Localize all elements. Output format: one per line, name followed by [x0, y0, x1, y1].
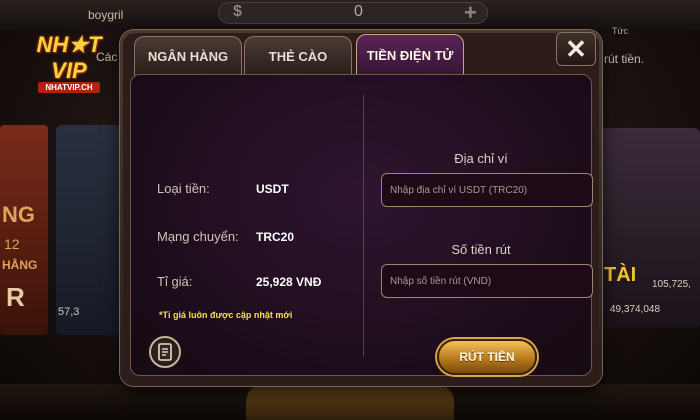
history-button[interactable] [149, 336, 181, 368]
game-card-text: HẰNG [2, 258, 38, 272]
game-card-text: R [6, 282, 25, 312]
tab-bank[interactable]: NGÂN HÀNG [134, 36, 242, 76]
close-icon: ✕ [565, 33, 587, 64]
close-button[interactable]: ✕ [556, 32, 596, 66]
game-card-left-2[interactable] [56, 125, 122, 335]
game-card-amount: 57,3 [58, 306, 80, 318]
currency-label: Loại tiền: [157, 181, 210, 196]
game-card-right[interactable] [600, 128, 700, 328]
logo: NH★T VIP NHATVIP.CH [36, 24, 102, 94]
column-divider [363, 95, 364, 357]
network-label: Mạng chuyển: [157, 229, 239, 244]
username: boygril [88, 8, 124, 22]
background-hint-right: rút tiền. [604, 52, 645, 66]
withdraw-amount-input[interactable] [381, 264, 593, 298]
address-label: Địa chỉ ví [454, 151, 508, 166]
withdraw-dialog: NGÂN HÀNG THẺ CÀO TIỀN ĐIỆN TỬ ✕ Loại ti… [120, 30, 602, 386]
game-card-text: 12 [4, 236, 20, 252]
game-card-amount: 49,374,048 [610, 304, 661, 315]
add-funds-button[interactable]: + [464, 0, 477, 26]
tab-crypto[interactable]: TIỀN ĐIỆN TỬ [356, 34, 464, 76]
dollar-icon: $ [233, 3, 242, 20]
game-card-title: TÀI [604, 264, 637, 286]
withdraw-button[interactable]: RÚT TIỀN [437, 339, 537, 375]
rate-note: *Tỉ giá luôn được cập nhật mới [159, 310, 293, 320]
logo-line-2: VIP [51, 58, 87, 83]
network-value: TRC20 [256, 230, 295, 244]
bottom-center-button[interactable] [246, 384, 454, 420]
balance-pill [218, 2, 488, 24]
tab-scratch-card[interactable]: THẺ CÀO [244, 36, 352, 76]
logo-domain: NHATVIP.CH [38, 82, 100, 93]
currency-value: USDT [256, 182, 289, 196]
balance-value: 0 [354, 3, 363, 20]
logo-line-1: NH★T [36, 32, 102, 57]
top-right-label: Tức [612, 26, 629, 36]
rate-value: 25,928 VNĐ [256, 275, 322, 289]
crypto-panel: Loại tiền: USDT Mạng chuyển: TRC20 Tỉ gi… [130, 74, 593, 376]
game-card-amount: 105,725, [652, 279, 691, 290]
game-card-text: NG [2, 202, 35, 227]
wallet-address-input[interactable] [381, 173, 593, 207]
amount-label: Số tiền rút [451, 242, 511, 257]
rate-label: Tỉ giá: [157, 274, 193, 289]
history-icon [158, 343, 172, 361]
